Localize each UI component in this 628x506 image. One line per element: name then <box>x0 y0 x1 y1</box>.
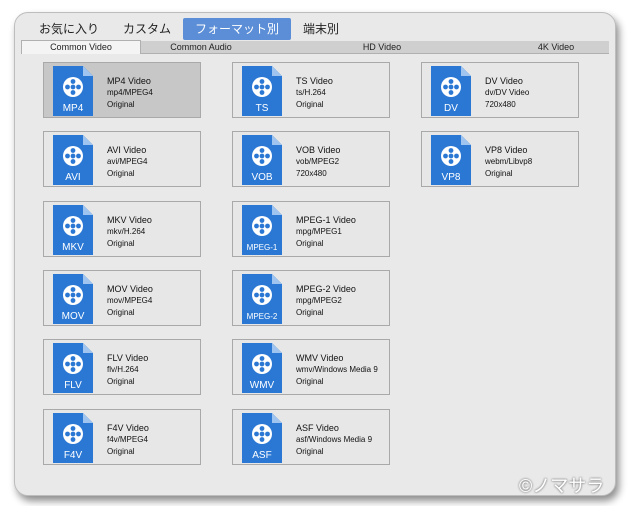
format-title: MP4 Video <box>107 76 151 86</box>
format-badge: AVI <box>65 172 80 183</box>
format-badge: VOB <box>251 172 272 183</box>
format-title: FLV Video <box>107 353 149 363</box>
format-title: VOB Video <box>296 145 341 155</box>
video-file-icon: VOB <box>242 135 282 185</box>
video-file-icon: MPEG-2 <box>242 274 282 324</box>
format-quality: Original <box>296 308 324 317</box>
format-badge: MPEG-2 <box>247 312 278 321</box>
subtab-common-audio[interactable]: Common Audio <box>141 41 261 53</box>
format-card-vob[interactable]: VOB VOB Video vob/MPEG2 720x480 <box>232 131 390 187</box>
video-file-icon: DV <box>431 66 471 116</box>
format-title: MOV Video <box>107 284 153 294</box>
format-spec: webm/Libvp8 <box>485 157 533 166</box>
format-card-avi[interactable]: AVI AVI Video avi/MPEG4 Original <box>43 131 201 187</box>
format-title: VP8 Video <box>485 145 528 155</box>
format-card-vp8[interactable]: VP8 VP8 Video webm/Libvp8 Original <box>421 131 579 187</box>
format-card-mkv[interactable]: MKV MKV Video mkv/H.264 Original <box>43 201 201 257</box>
format-badge: MOV <box>62 311 85 322</box>
format-title: ASF Video <box>296 423 339 433</box>
format-dialog: お気に入り カスタム フォーマット別 端末別 Common Video Comm… <box>14 12 616 496</box>
format-spec: flv/H.264 <box>107 365 139 374</box>
format-quality: Original <box>107 447 135 456</box>
format-badge: VP8 <box>442 172 461 183</box>
format-badge: MP4 <box>63 103 84 114</box>
format-title: DV Video <box>485 76 523 86</box>
format-quality: Original <box>296 100 324 109</box>
format-card-wmv[interactable]: WMV WMV Video wmv/Windows Media 9 Original <box>232 339 390 395</box>
format-title: TS Video <box>296 76 333 86</box>
format-spec: ts/H.264 <box>296 88 326 97</box>
format-spec: mov/MPEG4 <box>107 296 153 305</box>
format-card-flv[interactable]: FLV FLV Video flv/H.264 Original <box>43 339 201 395</box>
format-badge: TS <box>256 103 269 114</box>
tab-by-format[interactable]: フォーマット別 <box>183 18 292 40</box>
format-title: MPEG-1 Video <box>296 215 356 225</box>
tab-favorites[interactable]: お気に入り <box>27 18 111 40</box>
format-quality: Original <box>107 169 135 178</box>
format-badge: F4V <box>64 450 83 461</box>
subtab-hd-video[interactable]: HD Video <box>261 41 503 53</box>
format-spec: avi/MPEG4 <box>107 157 148 166</box>
format-spec: dv/DV Video <box>485 88 530 97</box>
watermark-text: ©ノマサラ <box>519 476 605 496</box>
format-spec: wmv/Windows Media 9 <box>296 365 378 374</box>
tab-custom[interactable]: カスタム <box>111 18 183 40</box>
format-badge: MKV <box>62 242 84 253</box>
category-tabs: お気に入り カスタム フォーマット別 端末別 <box>27 18 351 40</box>
format-quality: Original <box>485 169 513 178</box>
format-quality: 720x480 <box>485 100 516 109</box>
format-title: WMV Video <box>296 353 344 363</box>
subtab-common-video[interactable]: Common Video <box>21 40 141 54</box>
video-file-icon: VP8 <box>431 135 471 185</box>
format-card-mp4[interactable]: MP4 MP4 Video mp4/MPEG4 Original <box>43 62 201 118</box>
format-quality: Original <box>296 377 324 386</box>
format-card-mov[interactable]: MOV MOV Video mov/MPEG4 Original <box>43 270 201 326</box>
video-file-icon: MP4 <box>53 66 93 116</box>
format-spec: mkv/H.264 <box>107 227 146 236</box>
format-spec: f4v/MPEG4 <box>107 435 148 444</box>
format-quality: Original <box>296 447 324 456</box>
subtab-4k-video[interactable]: 4K Video <box>503 41 609 53</box>
format-title: F4V Video <box>107 423 149 433</box>
format-card-dv[interactable]: DV DV Video dv/DV Video 720x480 <box>421 62 579 118</box>
format-badge: WMV <box>250 380 275 391</box>
format-badge: FLV <box>64 380 82 391</box>
format-spec: mpg/MPEG1 <box>296 227 342 236</box>
format-card-mpeg-1[interactable]: MPEG-1 MPEG-1 Video mpg/MPEG1 Original <box>232 201 390 257</box>
format-quality: 720x480 <box>296 169 327 178</box>
format-spec: mp4/MPEG4 <box>107 88 153 97</box>
video-file-icon: MOV <box>53 274 93 324</box>
video-file-icon: AVI <box>53 135 93 185</box>
video-file-icon: FLV <box>53 343 93 393</box>
format-spec: asf/Windows Media 9 <box>296 435 373 444</box>
format-badge: MPEG-1 <box>247 243 278 252</box>
video-file-icon: MPEG-1 <box>242 205 282 255</box>
format-badge: ASF <box>252 450 271 461</box>
format-quality: Original <box>107 308 135 317</box>
video-file-icon: MKV <box>53 205 93 255</box>
format-spec: vob/MPEG2 <box>296 157 340 166</box>
video-file-icon: TS <box>242 66 282 116</box>
format-card-asf[interactable]: ASF ASF Video asf/Windows Media 9 Original <box>232 409 390 465</box>
format-quality: Original <box>107 239 135 248</box>
format-card-mpeg-2[interactable]: MPEG-2 MPEG-2 Video mpg/MPEG2 Original <box>232 270 390 326</box>
format-subtabs: Common Video Common Audio HD Video 4K Vi… <box>21 40 609 54</box>
video-file-icon: ASF <box>242 413 282 463</box>
format-quality: Original <box>296 239 324 248</box>
format-quality: Original <box>107 377 135 386</box>
format-title: AVI Video <box>107 145 147 155</box>
tab-by-device[interactable]: 端末別 <box>291 18 351 40</box>
video-file-icon: WMV <box>242 343 282 393</box>
format-spec: mpg/MPEG2 <box>296 296 342 305</box>
format-quality: Original <box>107 100 135 109</box>
format-title: MKV Video <box>107 215 152 225</box>
format-card-f4v[interactable]: F4V F4V Video f4v/MPEG4 Original <box>43 409 201 465</box>
format-card-ts[interactable]: TS TS Video ts/H.264 Original <box>232 62 390 118</box>
format-badge: DV <box>444 103 458 114</box>
format-title: MPEG-2 Video <box>296 284 356 294</box>
video-file-icon: F4V <box>53 413 93 463</box>
